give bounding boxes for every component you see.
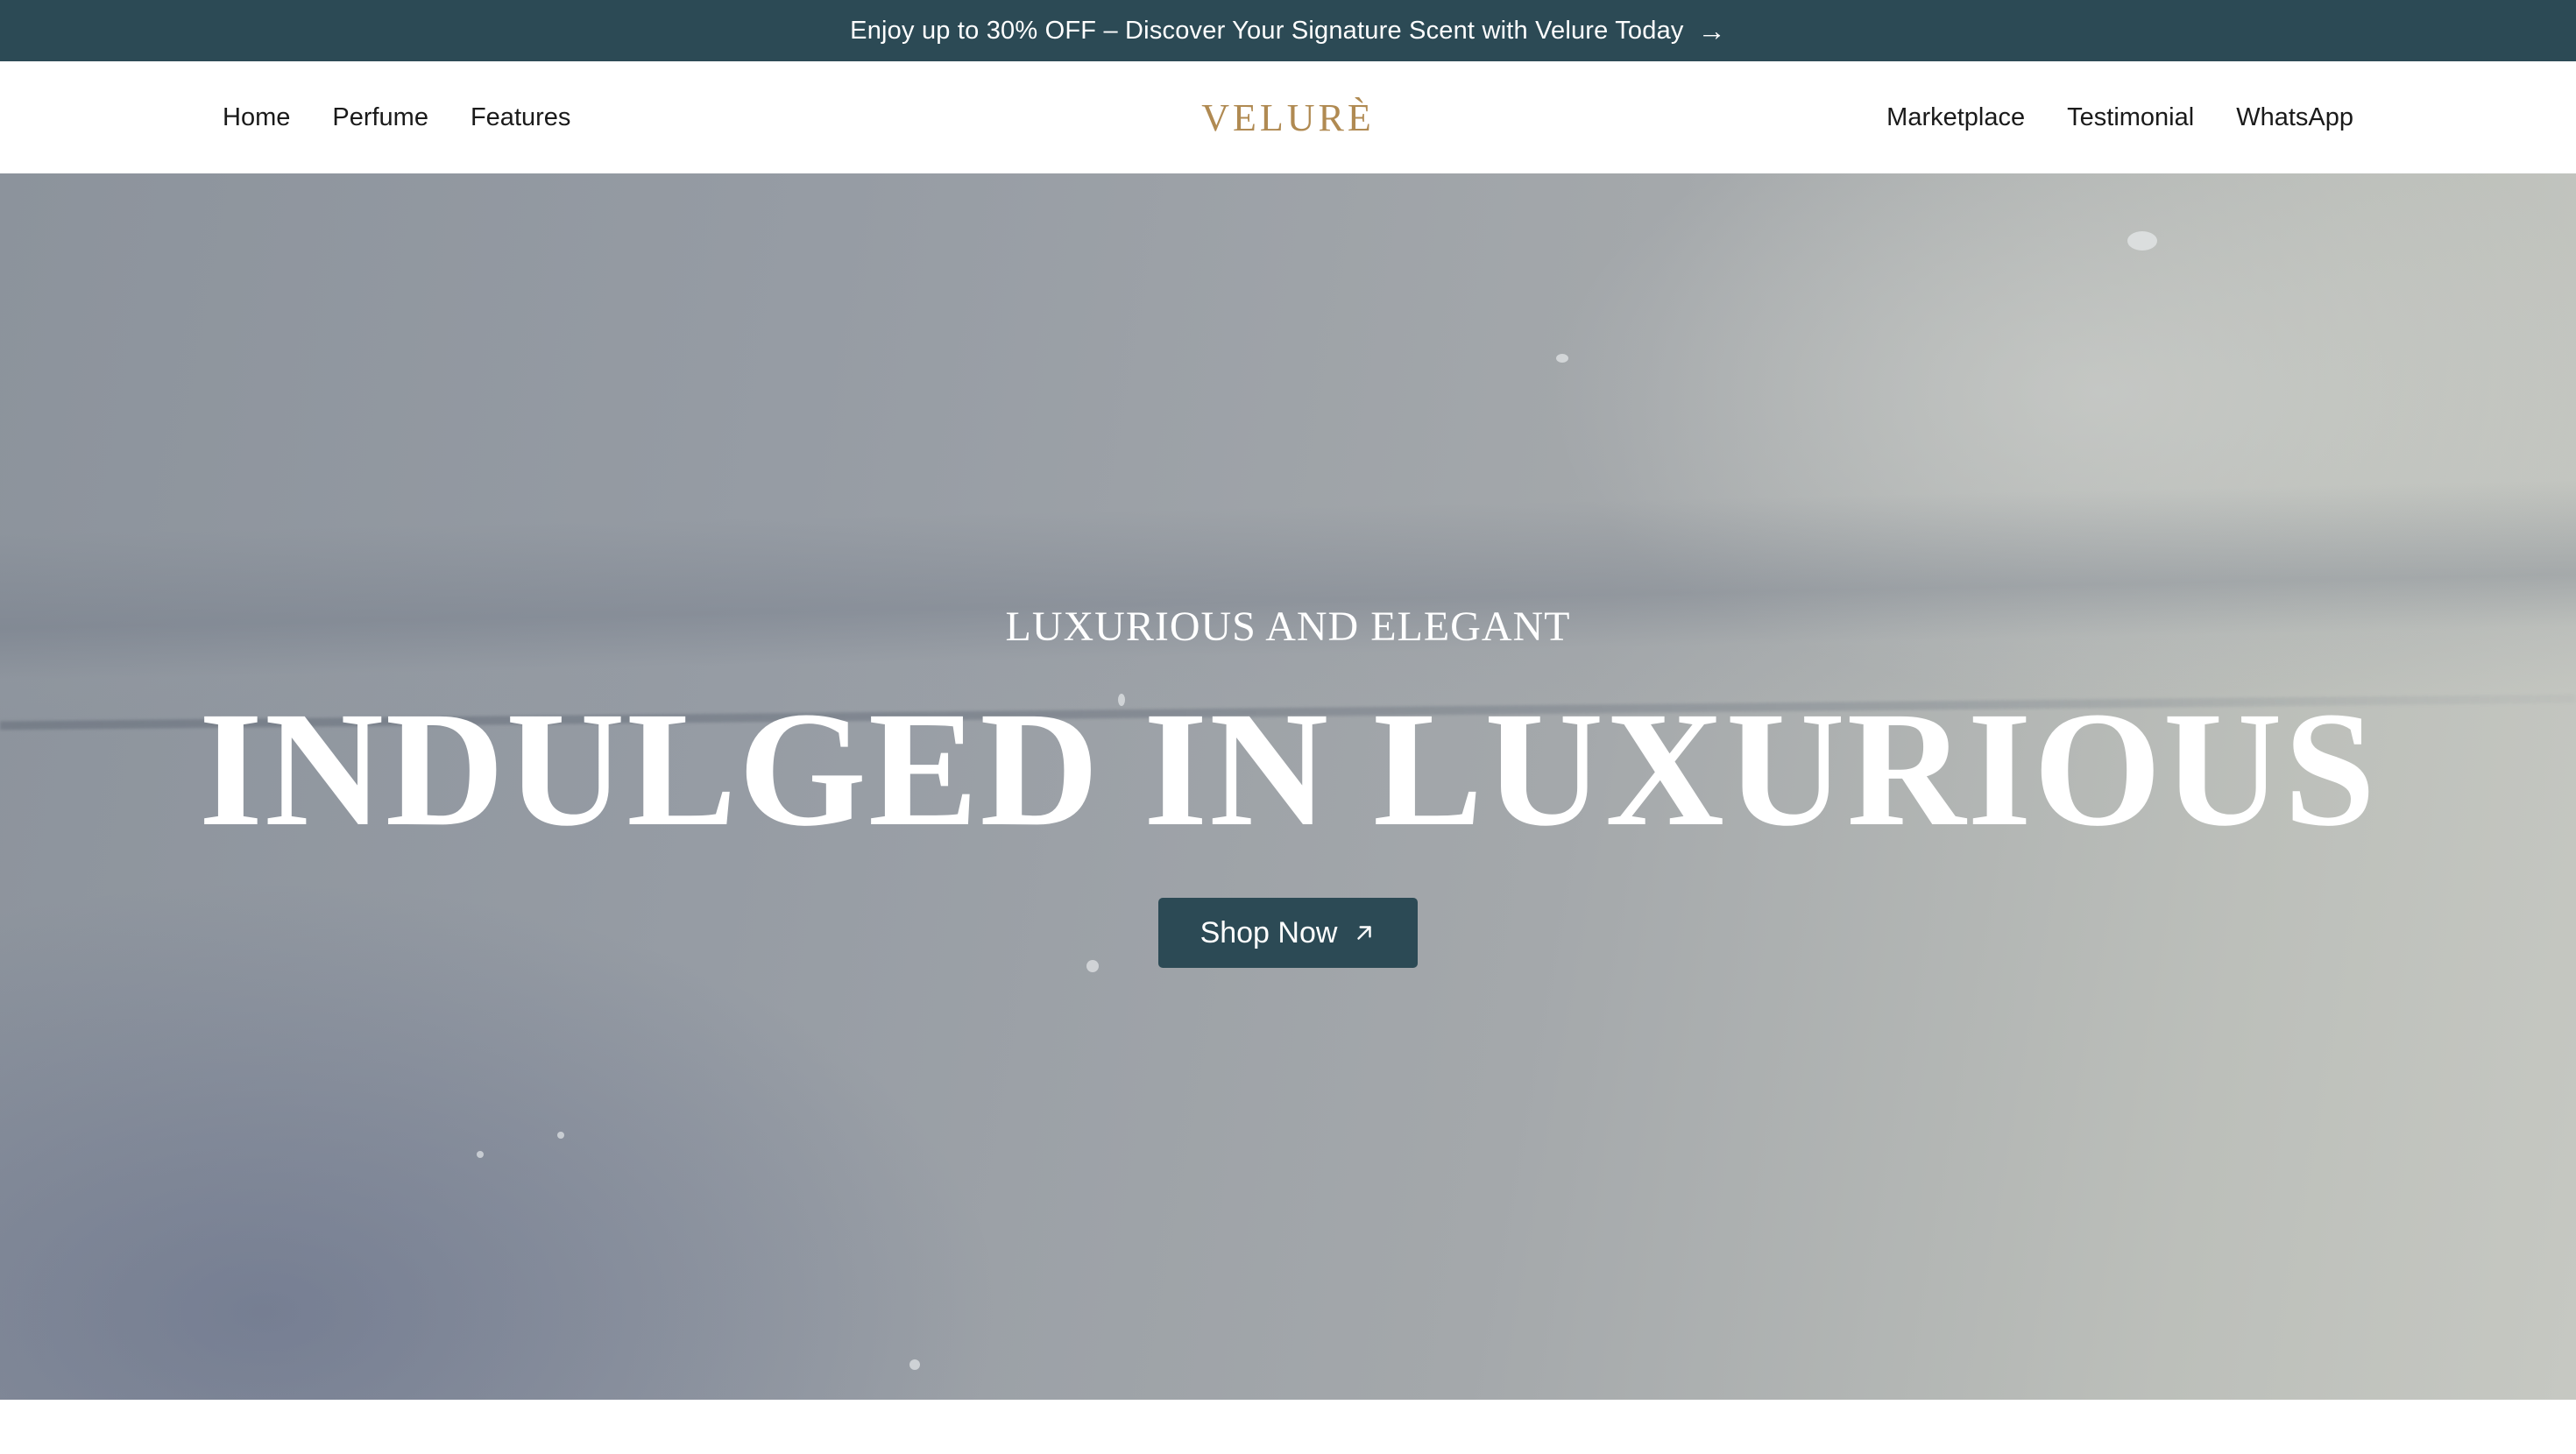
nav-link-whatsapp[interactable]: WhatsApp xyxy=(2236,103,2353,132)
arrow-up-right-icon xyxy=(1357,926,1372,940)
arrow-right-icon: → xyxy=(1697,15,1726,46)
nav-left: Home Perfume Features xyxy=(223,61,612,173)
shop-now-button[interactable]: Shop Now xyxy=(1158,898,1418,968)
hero-title: INDULGED IN LUXURIOUS xyxy=(198,677,2378,860)
promo-text: Enjoy up to 30% OFF – Discover Your Sign… xyxy=(850,16,1684,45)
promo-bar[interactable]: Enjoy up to 30% OFF – Discover Your Sign… xyxy=(0,0,2576,61)
nav-link-home[interactable]: Home xyxy=(223,103,290,132)
nav-right: Marketplace Testimonial WhatsApp xyxy=(1844,61,2353,173)
nav-link-perfume[interactable]: Perfume xyxy=(332,103,428,132)
nav-link-testimonial[interactable]: Testimonial xyxy=(2067,103,2194,132)
navbar: Home Perfume Features VELURÈ Marketplace… xyxy=(0,61,2576,173)
shop-now-label: Shop Now xyxy=(1200,915,1338,949)
hero-content: LUXURIOUS AND ELEGANT INDULGED IN LUXURI… xyxy=(0,173,2576,1400)
nav-link-features[interactable]: Features xyxy=(471,103,570,132)
hero-section: LUXURIOUS AND ELEGANT INDULGED IN LUXURI… xyxy=(0,173,2576,1400)
nav-link-marketplace[interactable]: Marketplace xyxy=(1886,103,2025,132)
hero-subtitle: LUXURIOUS AND ELEGANT xyxy=(1005,603,1571,650)
brand-logo[interactable]: VELURÈ xyxy=(1201,61,1375,173)
